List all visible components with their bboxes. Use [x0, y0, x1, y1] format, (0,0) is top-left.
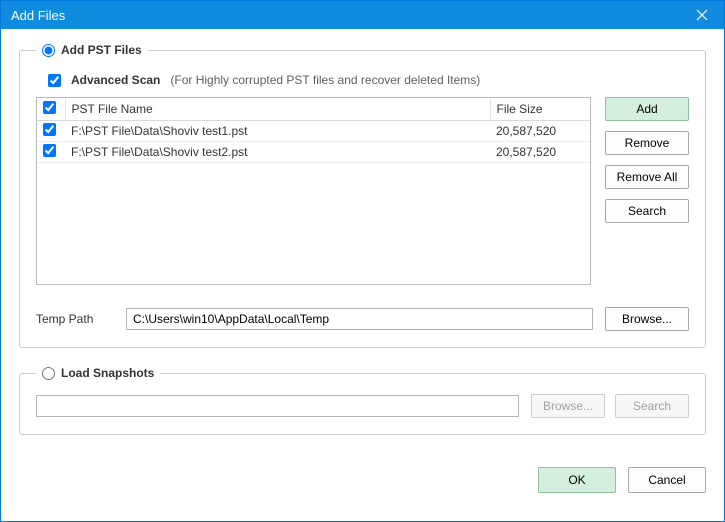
row-name: F:\PST File\Data\Shoviv test1.pst [65, 121, 490, 142]
titlebar: Add Files [1, 1, 724, 29]
row-checkbox[interactable] [43, 144, 56, 157]
file-table: PST File Name File Size F:\PST File\Data… [37, 98, 590, 163]
add-pst-legend-label: Add PST Files [61, 43, 142, 57]
temp-path-input[interactable] [126, 308, 593, 330]
snapshot-row: Browse... Search [36, 394, 689, 418]
footer: OK Cancel [1, 467, 724, 493]
snapshot-search-button: Search [615, 394, 689, 418]
file-table-header: PST File Name File Size [37, 98, 590, 121]
close-icon [696, 9, 708, 21]
remove-all-button[interactable]: Remove All [605, 165, 689, 189]
row-size: 20,587,520 [490, 121, 590, 142]
file-table-wrap: PST File Name File Size F:\PST File\Data… [36, 97, 591, 285]
table-row[interactable]: F:\PST File\Data\Shoviv test1.pst 20,587… [37, 121, 590, 142]
row-size: 20,587,520 [490, 142, 590, 163]
add-pst-group: Add PST Files Advanced Scan (For Highly … [19, 43, 706, 348]
advanced-scan-label: Advanced Scan [71, 73, 160, 87]
header-checkbox[interactable] [43, 101, 56, 114]
add-pst-radio[interactable] [42, 44, 55, 57]
row-checkbox[interactable] [43, 123, 56, 136]
remove-button[interactable]: Remove [605, 131, 689, 155]
side-buttons: Add Remove Remove All Search [605, 97, 689, 285]
files-body: PST File Name File Size F:\PST File\Data… [36, 97, 689, 285]
snapshot-buttons: Browse... Search [531, 394, 689, 418]
content-area: Add PST Files Advanced Scan (For Highly … [1, 29, 724, 467]
snapshot-browse-button: Browse... [531, 394, 605, 418]
header-name[interactable]: PST File Name [65, 98, 490, 121]
header-check-cell[interactable] [37, 98, 65, 121]
snapshot-path-input[interactable] [36, 395, 519, 417]
table-row[interactable]: F:\PST File\Data\Shoviv test2.pst 20,587… [37, 142, 590, 163]
window-title: Add Files [11, 8, 65, 23]
close-button[interactable] [688, 1, 716, 29]
load-snapshots-legend[interactable]: Load Snapshots [36, 366, 160, 380]
header-size[interactable]: File Size [490, 98, 590, 121]
load-snapshots-legend-label: Load Snapshots [61, 366, 154, 380]
load-snapshots-radio[interactable] [42, 367, 55, 380]
temp-browse-button[interactable]: Browse... [605, 307, 689, 331]
search-button[interactable]: Search [605, 199, 689, 223]
add-button[interactable]: Add [605, 97, 689, 121]
temp-path-label: Temp Path [36, 312, 114, 326]
add-pst-legend[interactable]: Add PST Files [36, 43, 148, 57]
advanced-scan-checkbox[interactable] [48, 74, 61, 87]
row-name: F:\PST File\Data\Shoviv test2.pst [65, 142, 490, 163]
cancel-button[interactable]: Cancel [628, 467, 706, 493]
temp-path-row: Temp Path Browse... [36, 307, 689, 331]
advanced-scan-hint: (For Highly corrupted PST files and reco… [170, 73, 480, 87]
advanced-scan-row: Advanced Scan (For Highly corrupted PST … [48, 73, 689, 87]
ok-button[interactable]: OK [538, 467, 616, 493]
load-snapshots-group: Load Snapshots Browse... Search [19, 366, 706, 435]
